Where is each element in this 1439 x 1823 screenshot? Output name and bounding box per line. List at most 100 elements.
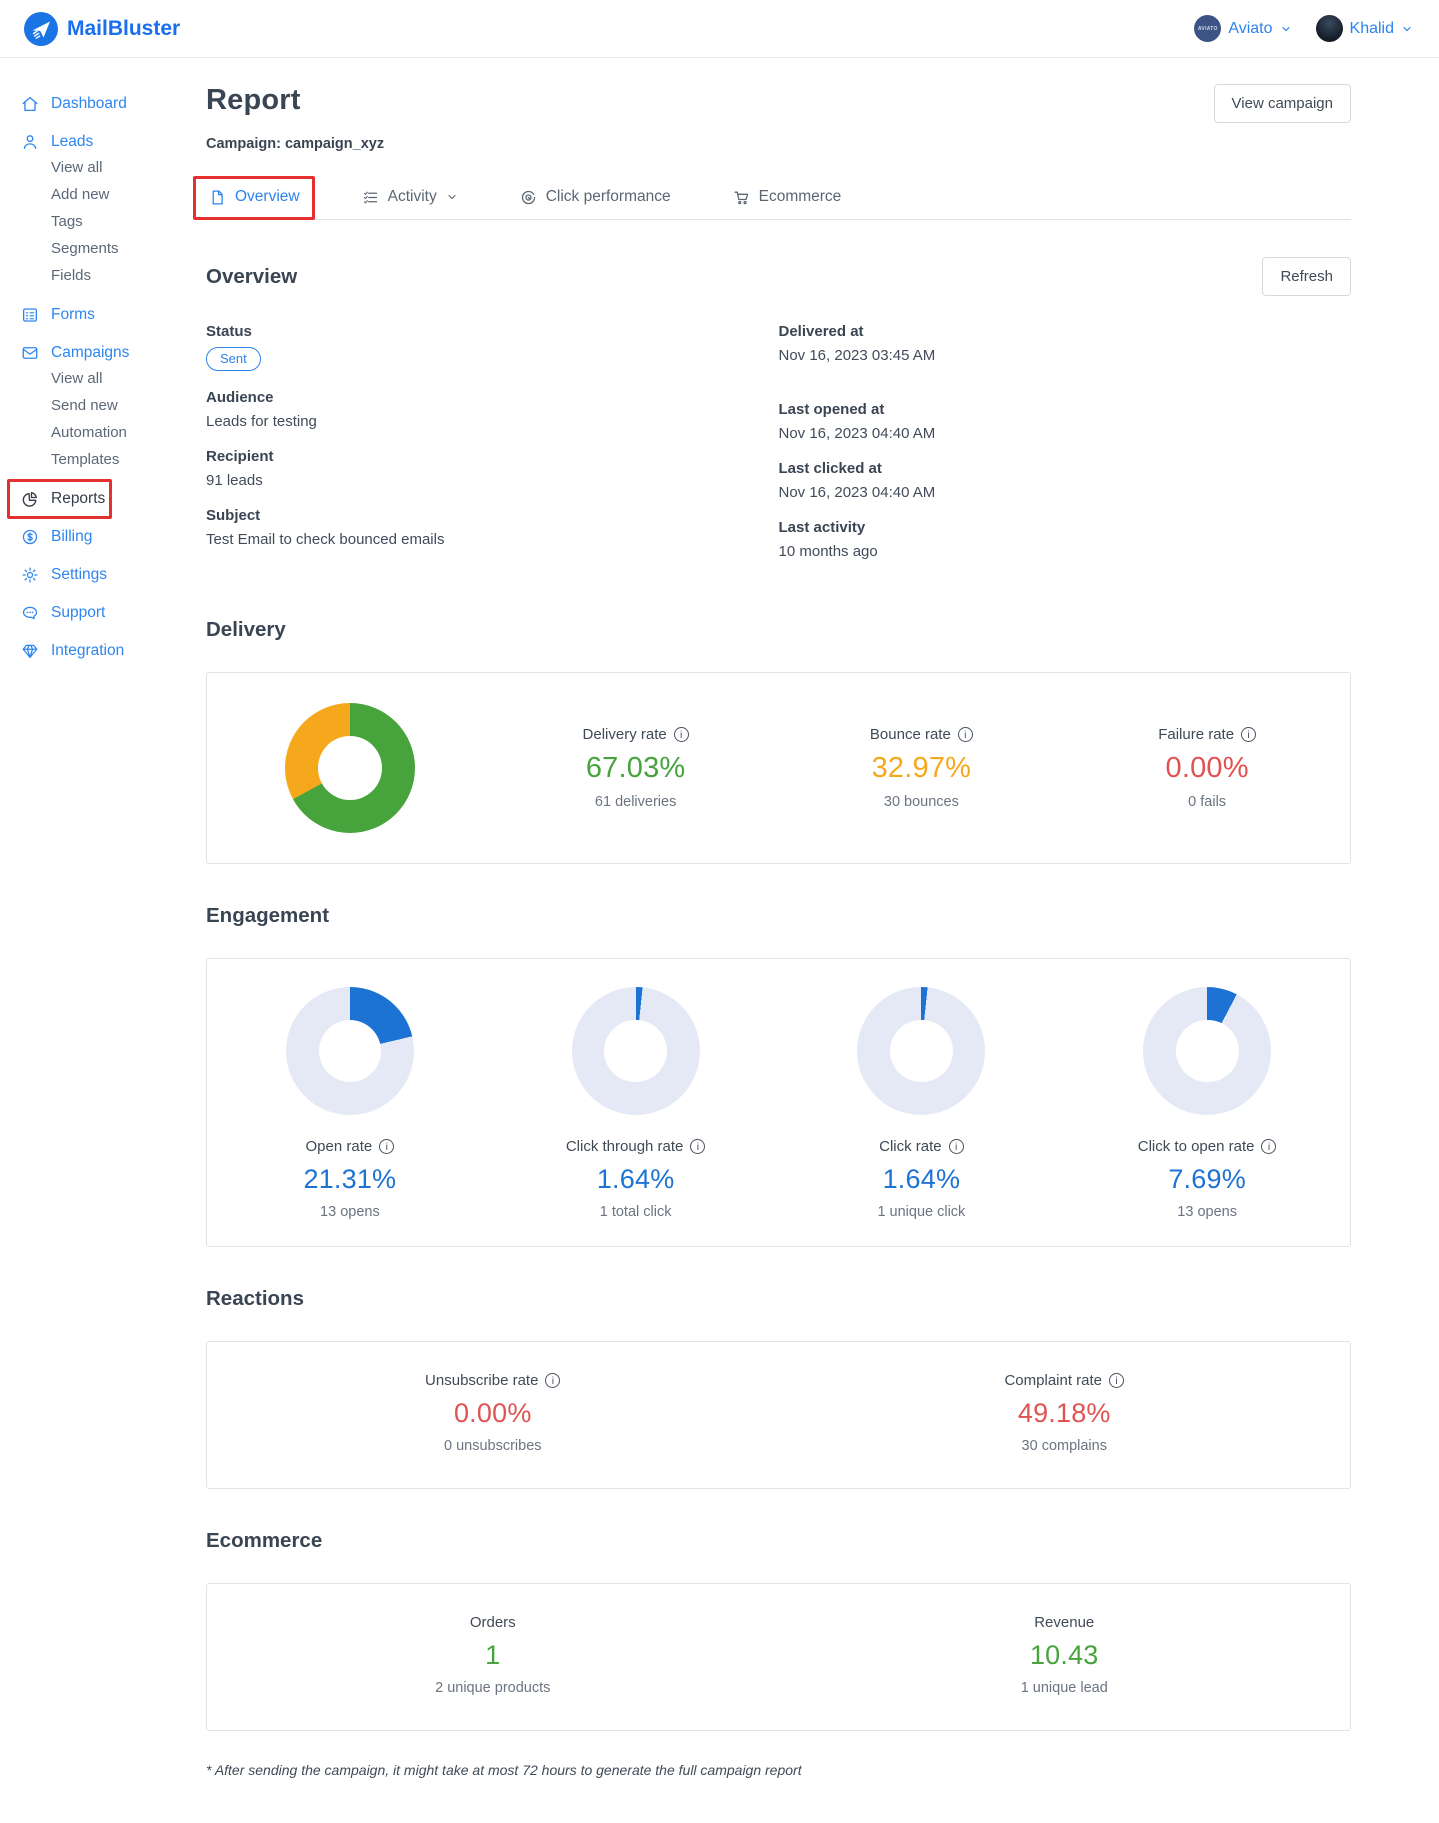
open-rate-label: Open rate [306,1138,373,1155]
delivery-heading: Delivery [206,618,1351,642]
sidebar-item-label: Leads [51,133,93,151]
info-icon[interactable]: i [1109,1373,1124,1388]
info-icon[interactable]: i [690,1139,705,1154]
info-icon[interactable]: i [958,727,973,742]
orders-value: 1 [485,1640,500,1671]
sidebar-item-label: Campaigns [51,344,129,362]
campaign-subtitle: Campaign: campaign_xyz [206,136,1351,152]
delivery-donut-chart [285,703,415,833]
chat-bubble-icon [21,604,39,622]
click-rate-donut-chart [857,987,985,1115]
delivery-rate-sub: 61 deliveries [595,794,676,810]
unsubscribe-rate-label: Unsubscribe rate [425,1372,538,1389]
sidebar-item-campaigns-templates[interactable]: Templates [21,451,119,467]
org-menu[interactable]: AVIATO Aviato [1194,15,1291,42]
pie-chart-icon [21,490,39,508]
tab-overview[interactable]: Overview [206,179,303,219]
sidebar-item-label: Billing [51,528,92,546]
sidebar-item-dashboard[interactable]: Dashboard [21,93,127,115]
last-clicked-label: Last clicked at [779,460,1352,477]
click-rate-value: 1.64% [883,1164,961,1195]
sidebar-item-label: Settings [51,566,107,584]
unsubscribe-rate-sub: 0 unsubscribes [444,1438,542,1454]
tab-click-performance[interactable]: Click performance [517,179,674,219]
user-avatar [1316,15,1343,42]
info-icon[interactable]: i [379,1139,394,1154]
click-to-open-rate-value: 7.69% [1168,1164,1246,1195]
info-icon[interactable]: i [545,1373,560,1388]
revenue-sub: 1 unique lead [1021,1680,1108,1696]
failure-rate-label: Failure rate [1158,726,1234,743]
complaint-rate-value: 49.18% [1018,1398,1111,1429]
user-menu-label: Khalid [1350,20,1394,38]
info-icon[interactable]: i [674,727,689,742]
tab-ecommerce[interactable]: Ecommerce [730,179,845,219]
sidebar-item-label: Dashboard [51,95,127,113]
bounce-rate-value: 32.97% [872,752,972,785]
gear-icon [21,566,39,584]
sidebar-item-leads-segments[interactable]: Segments [21,240,119,256]
sidebar-item-settings[interactable]: Settings [21,564,107,586]
reactions-heading: Reactions [206,1287,1351,1311]
click-target-icon [520,189,537,206]
status-badge: Sent [206,347,261,371]
status-label: Status [206,323,779,340]
last-opened-value: Nov 16, 2023 04:40 AM [779,425,1352,442]
refresh-button[interactable]: Refresh [1262,257,1351,296]
subject-value: Test Email to check bounced emails [206,531,779,548]
user-menu[interactable]: Khalid [1316,15,1413,42]
sidebar-item-label: Support [51,604,105,622]
report-tabs: Overview Activity Click performance Ecom… [206,179,1351,220]
delivery-rate-label: Delivery rate [583,726,667,743]
click-to-open-rate-sub: 13 opens [1177,1204,1237,1220]
document-icon [209,189,226,206]
info-icon[interactable]: i [1241,727,1256,742]
tab-label: Click performance [546,188,671,206]
sidebar-item-integration[interactable]: Integration [21,640,124,662]
audience-label: Audience [206,389,779,406]
click-through-rate-value: 1.64% [597,1164,675,1195]
sidebar-item-campaigns-automation[interactable]: Automation [21,424,127,440]
sidebar-item-leads-view-all[interactable]: View all [21,159,102,175]
tab-activity[interactable]: Activity [359,179,461,219]
orders-sub: 2 unique products [435,1680,550,1696]
open-rate-value: 21.31% [303,1164,396,1195]
last-opened-label: Last opened at [779,401,1352,418]
unsubscribe-rate-value: 0.00% [454,1398,532,1429]
info-icon[interactable]: i [949,1139,964,1154]
click-through-rate-sub: 1 total click [600,1204,672,1220]
sidebar-item-campaigns-send-new[interactable]: Send new [21,397,118,413]
revenue-label: Revenue [1034,1614,1094,1631]
click-to-open-rate-donut-chart [1143,987,1271,1115]
org-avatar: AVIATO [1194,15,1221,42]
subject-label: Subject [206,507,779,524]
sidebar-item-campaigns[interactable]: Campaigns [21,342,129,364]
sidebar-item-campaigns-view-all[interactable]: View all [21,370,102,386]
sidebar-item-reports[interactable]: Reports [21,488,105,510]
sidebar-item-leads[interactable]: Leads [21,131,93,153]
sidebar-item-leads-fields[interactable]: Fields [21,267,91,283]
delivery-card: Delivery ratei 67.03% 61 deliveries Boun… [206,672,1351,864]
click-rate-label: Click rate [879,1138,942,1155]
recipient-label: Recipient [206,448,779,465]
home-icon [21,95,39,113]
bounce-rate-sub: 30 bounces [884,794,959,810]
view-campaign-button[interactable]: View campaign [1214,84,1351,123]
sidebar-item-billing[interactable]: Billing [21,526,92,548]
sidebar-item-leads-tags[interactable]: Tags [21,213,83,229]
envelope-icon [21,344,39,362]
info-icon[interactable]: i [1261,1139,1276,1154]
click-rate-sub: 1 unique click [877,1204,965,1220]
click-through-rate-label: Click through rate [566,1138,684,1155]
sidebar-item-support[interactable]: Support [21,602,105,624]
brand-logo[interactable]: MailBluster [24,12,180,46]
delivered-at-value: Nov 16, 2023 03:45 AM [779,347,1352,364]
sidebar-item-forms[interactable]: Forms [21,304,95,326]
dollar-circle-icon [21,528,39,546]
failure-rate-value: 0.00% [1166,752,1249,785]
engagement-heading: Engagement [206,904,1351,928]
sidebar-item-leads-add-new[interactable]: Add new [21,186,109,202]
audience-value: Leads for testing [206,413,779,430]
sidebar-item-label: Integration [51,642,124,660]
engagement-card: Open rate i 21.31% 13 opens Click through… [206,958,1351,1247]
